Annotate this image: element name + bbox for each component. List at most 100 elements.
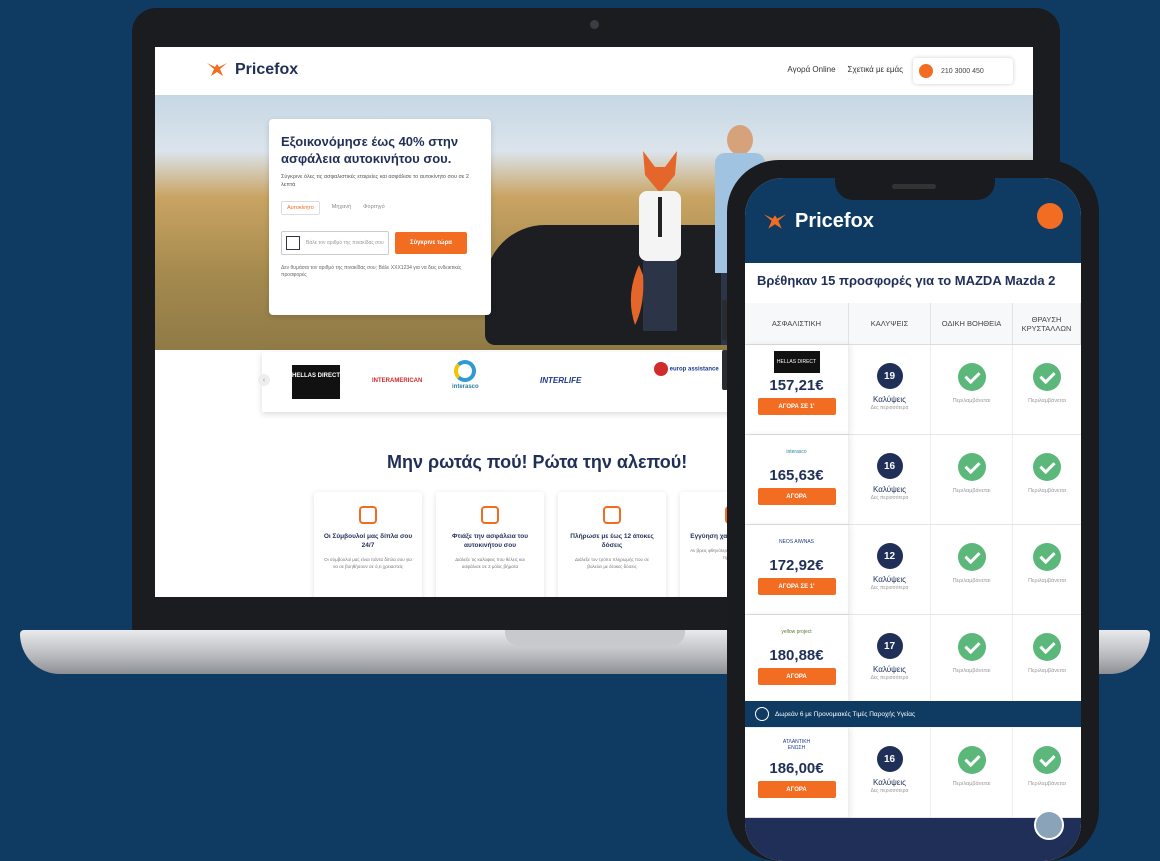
insurer-logo: NEOS AIWNAS <box>778 539 814 545</box>
feature-text: Διάλεξε τον τρόπο πληρωμής που σε βολεύε… <box>575 557 649 569</box>
check-icon <box>957 543 986 571</box>
partner-logo-europ-assistance: europ assistance <box>654 362 719 376</box>
see-more-link[interactable]: Δες περισσότερα <box>871 788 909 794</box>
buy-button[interactable]: ΑΓΟΡΑ ΣΕ 1' <box>757 578 836 595</box>
laptop-opening-notch <box>505 630 685 646</box>
offer-row: HELLAS DIRECT 157,21€ ΑΓΟΡΑ ΣΕ 1' 19 Καλ… <box>745 345 1081 435</box>
feature-title: Φτιάξε την ασφάλεια του αυτοκινήτου σου <box>452 533 528 549</box>
coverage-count[interactable]: 12 <box>876 543 903 569</box>
included-label: Περιλαμβάνεται <box>1028 578 1066 584</box>
column-coverages: ΚΑΛΥΨΕΙΣ <box>849 303 931 344</box>
tab-car[interactable]: Αυτοκίνητο <box>281 201 320 215</box>
partner-logo-hellas-direct: HELLAS DIRECT <box>292 365 340 399</box>
hero-title: Εξοικονόμησε έως 40% στην ασφάλεια αυτοκ… <box>281 134 459 166</box>
offer-price: 180,88€ <box>769 647 824 664</box>
tab-motorbike[interactable]: Μηχανή <box>332 201 351 215</box>
features-row: Οι Σύμβουλοί μας δίπλα σου 24/7 Οι σύμβο… <box>314 492 788 597</box>
see-more-link[interactable]: Δες περισσότερα <box>871 495 909 501</box>
column-roadside: ΟΔΙΚΗ ΒΟΗΘΕΙΑ <box>931 303 1013 344</box>
partner-logo-interasco: interasco <box>452 360 479 390</box>
feature-title: Πλήρωσε με έως 12 άτοκες δόσεις <box>570 533 654 549</box>
site-logo[interactable]: Pricefox <box>205 61 298 79</box>
hero-subtitle: Σύγκρινε όλες τις ασφαλιστικές εταιρείες… <box>281 174 469 188</box>
tab-truck[interactable]: Φορτηγό <box>363 201 385 215</box>
slogan-heading: Μην ρωτάς πού! Ρώτα την αλεπού! <box>387 452 688 472</box>
plate-flag-icon <box>286 236 300 250</box>
europ-assistance-mark-icon <box>654 362 668 376</box>
column-insurer: ΑΣΦΑΛΙΣΤΙΚΗ <box>745 303 849 344</box>
offer-row: ΑΤΛΑΝΤΙΚΗ ΕΝΩΣΗ 186,00€ ΑΓΟΡΑ 16 Καλύψει… <box>745 728 1081 818</box>
coverage-count[interactable]: 16 <box>876 746 903 772</box>
insurer-logo: HELLAS DIRECT <box>773 351 820 373</box>
stethoscope-icon <box>755 707 769 721</box>
compare-button[interactable]: Σύγκρινε τώρα <box>395 232 467 254</box>
phone-logo-text: Pricefox <box>795 210 874 232</box>
offer-row: interasco 165,63€ ΑΓΟΡΑ 16 Καλύψεις Δες … <box>745 435 1081 525</box>
see-more-link[interactable]: Δες περισσότερα <box>871 585 909 591</box>
europ-assistance-label: europ assistance <box>669 366 719 373</box>
included-label: Περιλαμβάνεται <box>1028 488 1066 494</box>
included-label: Περιλαμβάνεται <box>1028 398 1066 404</box>
insurer-logo: interasco <box>786 449 807 455</box>
included-label: Περιλαμβάνεται <box>952 398 991 404</box>
vehicle-tabs: Αυτοκίνητο Μηχανή Φορτηγό <box>281 201 479 215</box>
see-more-link[interactable]: Δες περισσότερα <box>871 405 909 411</box>
site-header: Pricefox Αγορά Online Σχετικά με εμάς 21… <box>155 47 1033 95</box>
nav-link-buy-online[interactable]: Αγορά Online <box>787 65 835 74</box>
site-nav: Αγορά Online Σχετικά με εμάς <box>787 65 903 74</box>
coverage-count[interactable]: 19 <box>876 363 903 389</box>
banner-text: Δωρεάν 6 με Προνομιακές Τιμές Παροχής Υγ… <box>775 710 916 718</box>
chat-avatar-icon[interactable] <box>1034 810 1064 840</box>
insurer-logo: yellow project <box>781 629 812 635</box>
coverage-count[interactable]: 16 <box>876 453 903 479</box>
check-icon <box>957 633 986 661</box>
carousel-prev-icon[interactable]: ‹ <box>258 374 270 386</box>
coverage-count[interactable]: 17 <box>876 633 903 659</box>
buy-button[interactable]: ΑΓΟΡΑ ΣΕ 1' <box>757 398 836 415</box>
check-icon <box>1033 363 1061 391</box>
feature-text: Οι σύμβουλοί μας είναι πάντα δίπλα σου γ… <box>324 557 412 569</box>
included-label: Περιλαμβάνεται <box>952 668 991 674</box>
logo-text: Pricefox <box>235 61 299 78</box>
feature-card: Οι Σύμβουλοί μας δίπλα σου 24/7 Οι σύμβο… <box>314 492 422 597</box>
phone-number: 210 3000 450 <box>941 67 984 75</box>
buy-button[interactable]: ΑΓΟΡΑ <box>757 668 836 685</box>
call-button[interactable]: 210 3000 450 <box>913 58 1013 84</box>
coverage-label: Καλύψεις <box>873 395 906 404</box>
quote-card: Εξοικονόμησε έως 40% στην ασφάλεια αυτοκ… <box>269 119 491 315</box>
nav-link-about[interactable]: Σχετικά με εμάς <box>848 65 903 74</box>
included-label: Περιλαμβάνεται <box>952 578 991 584</box>
phone-screen: Pricefox Βρέθηκαν 15 προσφορές για το MA… <box>745 178 1081 861</box>
feature-card: Πλήρωσε με έως 12 άτοκες δόσεις Διάλεξε … <box>558 492 666 597</box>
phone-icon <box>919 64 933 78</box>
fox-logo-icon <box>207 63 227 76</box>
document-icon <box>481 506 499 524</box>
buy-button[interactable]: ΑΓΟΡΑ <box>757 781 836 798</box>
partners-carousel: ‹ HELLAS DIRECT INTERAMERICAN interasco … <box>258 352 742 412</box>
check-icon <box>957 453 986 481</box>
offer-price: 186,00€ <box>769 760 824 777</box>
check-icon <box>1033 543 1061 571</box>
coverage-label: Καλύψεις <box>873 778 906 787</box>
check-icon <box>1033 633 1061 661</box>
results-column-headers: ΑΣΦΑΛΙΣΤΙΚΗ ΚΑΛΥΨΕΙΣ ΟΔΙΚΗ ΒΟΗΘΕΙΑ ΘΡΑΥΣ… <box>745 303 1081 345</box>
included-label: Περιλαμβάνεται <box>1028 668 1066 674</box>
plate-help-note: Δεν θυμάσαι τον αριθμό της πινακίδας σου… <box>281 265 462 278</box>
plate-placeholder: Βάλε τον αριθμό της πινακίδας σου <box>306 240 384 246</box>
interasco-mark-icon <box>454 360 477 382</box>
buy-button[interactable]: ΑΓΟΡΑ <box>757 488 836 505</box>
feature-text: Διάλεξε τις καλύψεις που θέλεις και ασφά… <box>455 557 525 569</box>
check-icon <box>957 746 986 774</box>
offer-price: 172,92€ <box>769 557 824 574</box>
check-icon <box>957 363 986 391</box>
see-more-link[interactable]: Δες περισσότερα <box>871 675 909 681</box>
phone-logo[interactable]: Pricefox <box>761 210 874 233</box>
phone-speaker <box>892 184 936 189</box>
laptop-camera <box>590 20 599 29</box>
offer-price: 157,21€ <box>769 377 824 394</box>
health-offer-banner[interactable]: Δωρεάν 6 με Προνομιακές Τιμές Παροχής Υγ… <box>745 701 1081 727</box>
plate-input[interactable]: Βάλε τον αριθμό της πινακίδας σου <box>281 231 389 255</box>
included-label: Περιλαμβάνεται <box>1028 781 1066 787</box>
insurer-logo: ΑΤΛΑΝΤΙΚΗ ΕΝΩΣΗ <box>782 739 811 751</box>
phone-call-icon[interactable] <box>1037 203 1063 229</box>
